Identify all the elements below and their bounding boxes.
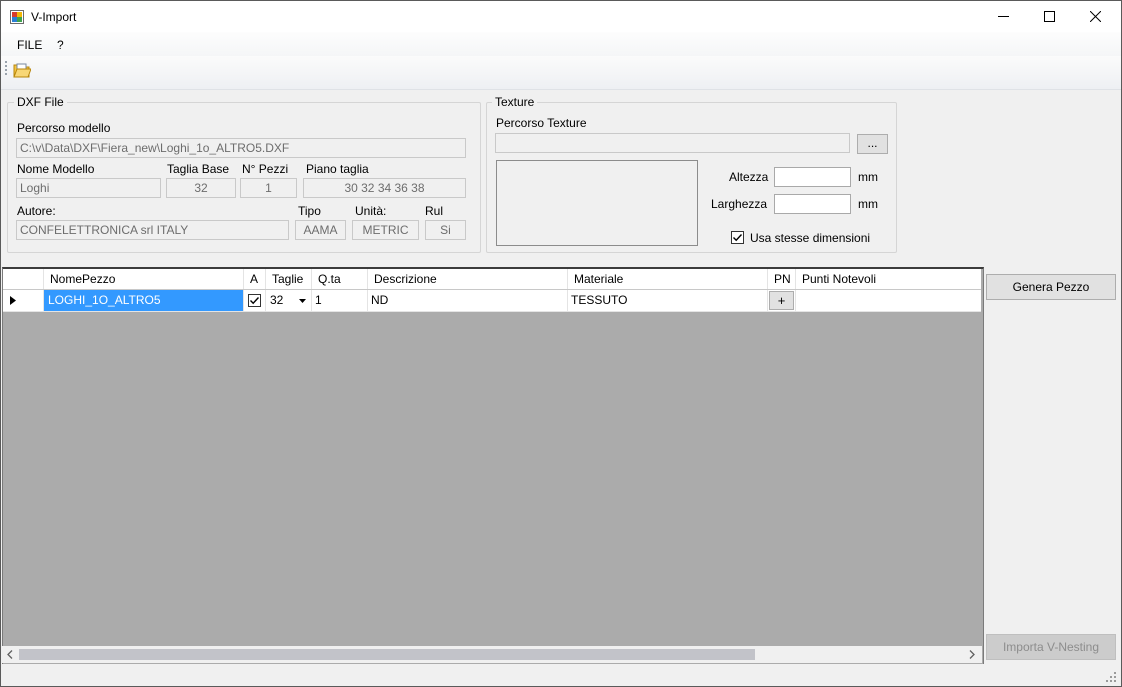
- texture-preview: [496, 160, 698, 246]
- toolbar: [1, 56, 1121, 90]
- column-header-taglie[interactable]: Taglie: [266, 269, 312, 289]
- author-field[interactable]: CONFELETTRONICA srl ITALY: [16, 220, 289, 240]
- cut-plan-field[interactable]: 30 32 34 36 38: [303, 178, 466, 198]
- scroll-thumb[interactable]: [19, 649, 755, 660]
- rul-field[interactable]: Si: [425, 220, 466, 240]
- row-header-corner: [3, 269, 44, 289]
- table-row[interactable]: LOGHI_1O_ALTRO5 32 1 ND TESSUTO +: [3, 290, 981, 312]
- browse-texture-button[interactable]: ...: [857, 134, 888, 154]
- type-field[interactable]: AAMA: [295, 220, 346, 240]
- unit-field[interactable]: METRIC: [352, 220, 419, 240]
- menu-file[interactable]: FILE: [17, 38, 42, 52]
- model-path-label: Percorso modello: [17, 121, 111, 135]
- pieces-count-label: N° Pezzi: [242, 162, 289, 176]
- current-row-arrow-icon: [10, 296, 16, 305]
- cut-plan-label: Piano taglia: [306, 162, 369, 176]
- maximize-icon: [1043, 11, 1055, 22]
- cell-punti-notevoli[interactable]: [796, 290, 981, 311]
- resize-grip-icon[interactable]: [1106, 672, 1117, 683]
- minimize-button[interactable]: [980, 1, 1026, 32]
- menu-bar: FILE ?: [1, 32, 1121, 56]
- texture-path-field[interactable]: [495, 133, 850, 153]
- rul-label: Rul: [425, 204, 444, 218]
- maximize-button[interactable]: [1026, 1, 1072, 32]
- column-header-nomepezzo[interactable]: NomePezzo: [44, 269, 244, 289]
- title-bar: V-Import: [1, 1, 1121, 32]
- main-window: V-Import FILE ? DXF File Percorso modell…: [0, 0, 1122, 687]
- model-name-label: Nome Modello: [17, 162, 95, 176]
- grid-horizontal-scrollbar[interactable]: [2, 646, 982, 663]
- cell-nomepezzo[interactable]: LOGHI_1O_ALTRO5: [44, 290, 244, 311]
- window-title: V-Import: [31, 10, 77, 24]
- unit-label: Unità:: [355, 204, 387, 218]
- menu-help[interactable]: ?: [57, 38, 64, 52]
- dxf-file-group-title: DXF File: [14, 95, 67, 109]
- cell-taglie[interactable]: 32: [266, 290, 312, 311]
- column-header-pn[interactable]: PN: [768, 269, 796, 289]
- base-size-field[interactable]: 32: [166, 178, 236, 198]
- base-size-label: Taglia Base: [167, 162, 230, 176]
- texture-group-title: Texture: [492, 95, 538, 109]
- add-point-button[interactable]: +: [769, 291, 794, 310]
- texture-path-label: Percorso Texture: [496, 116, 587, 130]
- height-unit: mm: [858, 170, 878, 184]
- scroll-left-arrow-icon[interactable]: [7, 650, 13, 659]
- same-dimensions-label: Usa stesse dimensioni: [750, 231, 871, 245]
- cell-a-checkbox[interactable]: [248, 294, 261, 307]
- import-vnesting-button[interactable]: Importa V-Nesting: [986, 634, 1116, 660]
- status-bar: [1, 664, 1121, 686]
- model-name-field[interactable]: Loghi: [16, 178, 161, 198]
- column-header-materiale[interactable]: Materiale: [568, 269, 768, 289]
- app-icon: [10, 10, 24, 24]
- toolbar-grip[interactable]: [5, 61, 7, 77]
- generate-piece-button[interactable]: Genera Pezzo: [986, 274, 1116, 300]
- cell-descrizione[interactable]: ND: [368, 290, 568, 311]
- column-header-punti-notevoli[interactable]: Punti Notevoli: [796, 269, 981, 289]
- width-label: Larghezza: [711, 197, 768, 211]
- pieces-grid: NomePezzo A Taglie Q.ta Descrizione Mate…: [2, 267, 984, 665]
- open-folder-icon[interactable]: [13, 61, 31, 79]
- type-label: Tipo: [298, 204, 321, 218]
- minimize-icon: [997, 16, 1009, 17]
- author-label: Autore:: [17, 204, 56, 218]
- same-dimensions-checkbox[interactable]: [731, 231, 744, 244]
- width-input[interactable]: [774, 194, 851, 214]
- cell-materiale[interactable]: TESSUTO: [568, 290, 768, 311]
- scroll-right-arrow-icon[interactable]: [969, 650, 975, 659]
- pieces-count-field[interactable]: 1: [240, 178, 297, 198]
- width-unit: mm: [858, 197, 878, 211]
- cell-pn[interactable]: +: [768, 290, 796, 311]
- chevron-down-icon[interactable]: [299, 299, 306, 303]
- model-path-field[interactable]: C:\v\Data\DXF\Fiera_new\Loghi_1o_ALTRO5.…: [16, 138, 466, 158]
- row-header[interactable]: [3, 290, 44, 311]
- column-header-qta[interactable]: Q.ta: [312, 269, 368, 289]
- close-icon: [1089, 11, 1101, 22]
- column-header-descrizione[interactable]: Descrizione: [368, 269, 568, 289]
- cell-a[interactable]: [244, 290, 266, 311]
- height-label: Altezza: [729, 170, 769, 184]
- grid-header: NomePezzo A Taglie Q.ta Descrizione Mate…: [3, 269, 981, 290]
- column-header-a[interactable]: A: [244, 269, 266, 289]
- cell-qta[interactable]: 1: [312, 290, 368, 311]
- close-button[interactable]: [1072, 1, 1118, 32]
- cell-taglie-value: 32: [270, 293, 284, 307]
- height-input[interactable]: [774, 167, 851, 187]
